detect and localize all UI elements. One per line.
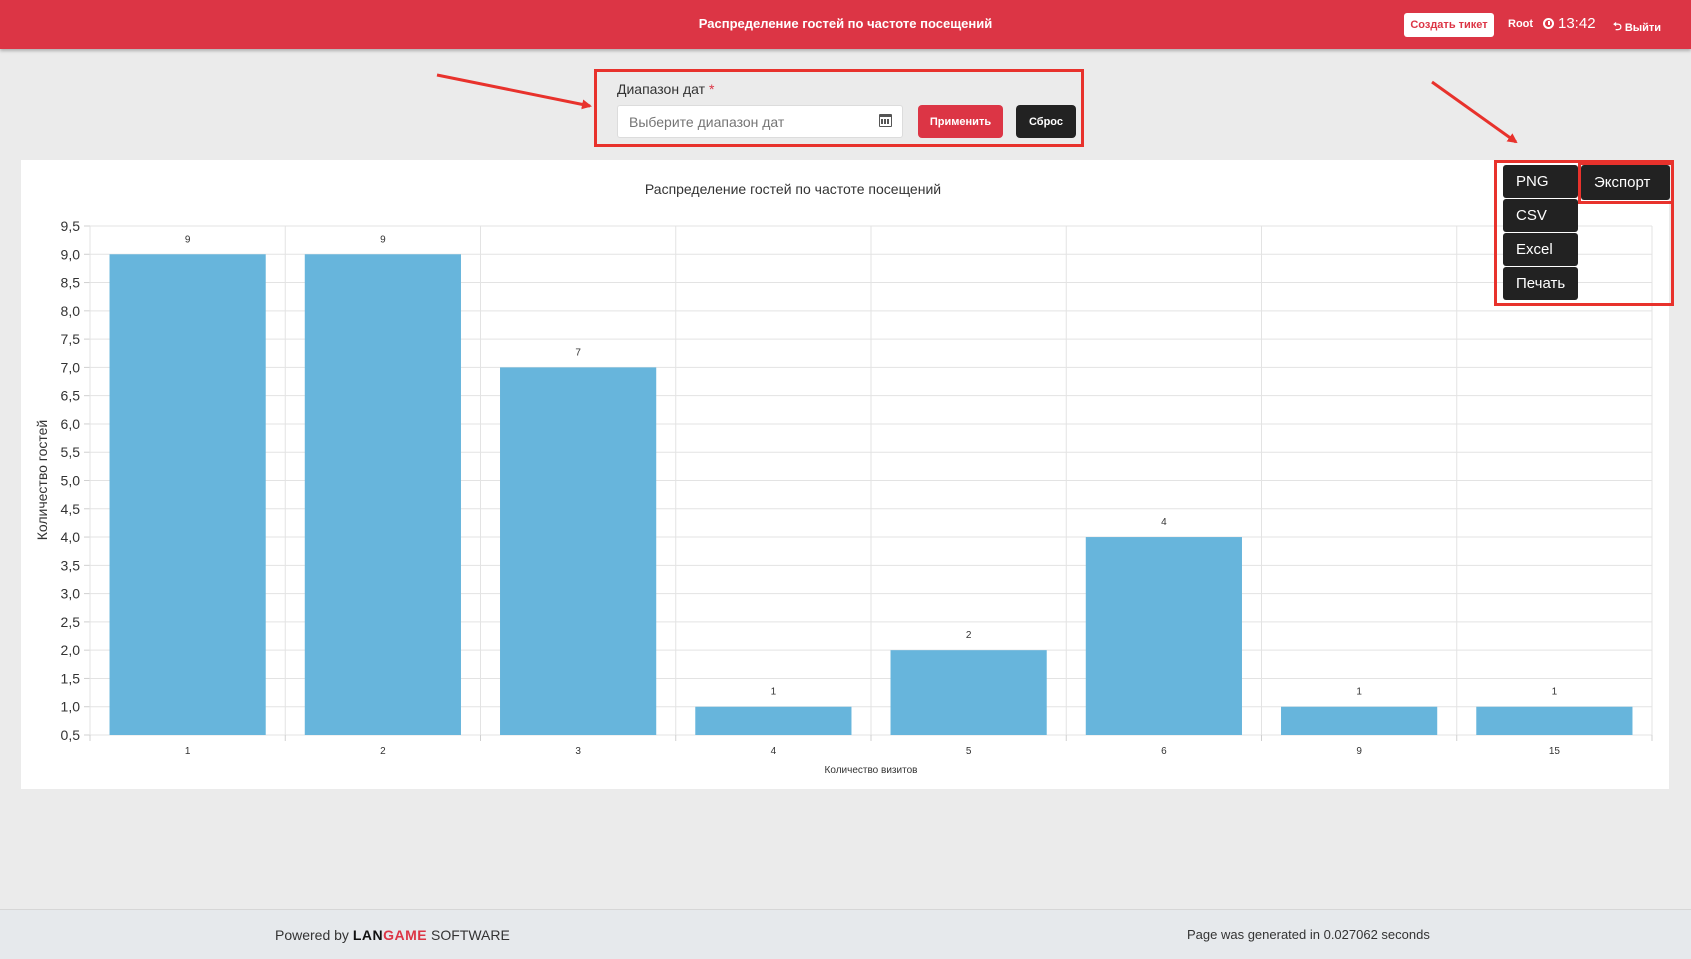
y-tick-label: 2,5 (61, 614, 81, 630)
x-tick-label: 1 (185, 746, 191, 757)
x-tick-label: 3 (575, 746, 581, 757)
bar-4 (695, 706, 852, 735)
y-tick-label: 8,5 (61, 275, 81, 291)
data-label: 1 (1356, 687, 1362, 698)
y-tick-label: 3,5 (61, 557, 81, 573)
brand-part1: LAN (352, 927, 384, 943)
user-name[interactable]: Root (1508, 18, 1533, 30)
chart-panel: 0,5 1,0 1,5 2,0 2,5 3,0 3,5 4,0 4,5 5,0 5,5 6,0 6,5 7… (21, 160, 1669, 789)
y-tick-label: 2,0 (61, 642, 81, 658)
bar-chart: 0,5 1,0 1,5 2,0 2,5 3,0 3,5 4,0 4,5 5,0 5,5 6,0 6,5 7… (34, 181, 1653, 776)
footer (0, 909, 1691, 959)
generation-time: Page was generated in 0.027062 seconds (1187, 927, 1430, 942)
y-tick-label: 5,0 (61, 473, 81, 489)
data-label: 1 (771, 687, 777, 698)
clock: 13:42 (1543, 15, 1596, 32)
y-tick-label: 1,5 (61, 670, 81, 686)
powered-prefix: Powered by (275, 927, 349, 943)
brand-part2: GAME (383, 927, 428, 943)
y-tick-label: 5,5 (61, 444, 81, 460)
bar-15 (1476, 706, 1633, 735)
bar-9 (1281, 706, 1438, 735)
y-tick-label: 9,5 (61, 218, 81, 234)
data-label: 7 (575, 347, 581, 358)
powered-by: Powered by LANGAME SOFTWARE (275, 927, 510, 943)
arrow-to-export (1431, 80, 1518, 144)
top-navbar: Распределение гостей по частоте посещени… (0, 0, 1691, 49)
sign-out-icon: ⮌ (1613, 21, 1622, 33)
y-tick-label: 3,0 (61, 586, 81, 602)
x-tick-label: 2 (380, 746, 386, 757)
y-tick-label: 9,0 (61, 246, 81, 262)
x-tick-label: 15 (1549, 746, 1561, 757)
y-tick-label: 6,0 (61, 416, 81, 432)
y-tick-label: 4,5 (61, 501, 81, 517)
y-tick-label: 4,0 (61, 529, 81, 545)
data-label: 9 (380, 234, 386, 245)
bar-1 (109, 254, 266, 735)
data-label: 9 (185, 234, 191, 245)
x-axis-label: Количество визитов (825, 765, 918, 776)
brand-logo: LANGAME (353, 927, 427, 943)
annotation-highlight-filter (594, 69, 1084, 147)
data-label: 4 (1161, 517, 1167, 528)
x-tick-label: 6 (1161, 746, 1167, 757)
chart-title: Распределение гостей по частоте посещени… (645, 181, 941, 197)
bar-3 (500, 367, 657, 735)
x-tick-label: 4 (771, 746, 777, 757)
arrow-to-filter (436, 73, 592, 110)
brand-suffix: SOFTWARE (431, 927, 510, 943)
y-tick-label: 0,5 (61, 727, 81, 743)
y-tick-label: 8,0 (61, 303, 81, 319)
x-tick-label: 9 (1356, 746, 1362, 757)
bar-2 (304, 254, 461, 735)
bar-5 (890, 650, 1047, 735)
clock-icon (1543, 18, 1554, 29)
data-label: 1 (1552, 687, 1558, 698)
bar-6 (1085, 537, 1242, 735)
create-ticket-button[interactable]: Создать тикет (1404, 13, 1494, 37)
logout-button[interactable]: ⮌ Выйти (1613, 18, 1661, 37)
y-tick-label: 7,5 (61, 331, 81, 347)
data-label: 2 (966, 630, 972, 641)
annotation-highlight-export-button (1578, 162, 1674, 204)
y-tick-label: 6,5 (61, 388, 81, 404)
clock-time: 13:42 (1558, 15, 1596, 32)
x-tick-label: 5 (966, 746, 972, 757)
y-tick-label: 1,0 (61, 699, 81, 715)
y-axis-label: Количество гостей (34, 420, 50, 541)
logout-label: Выйти (1624, 21, 1662, 34)
y-tick-label: 7,0 (61, 359, 81, 375)
